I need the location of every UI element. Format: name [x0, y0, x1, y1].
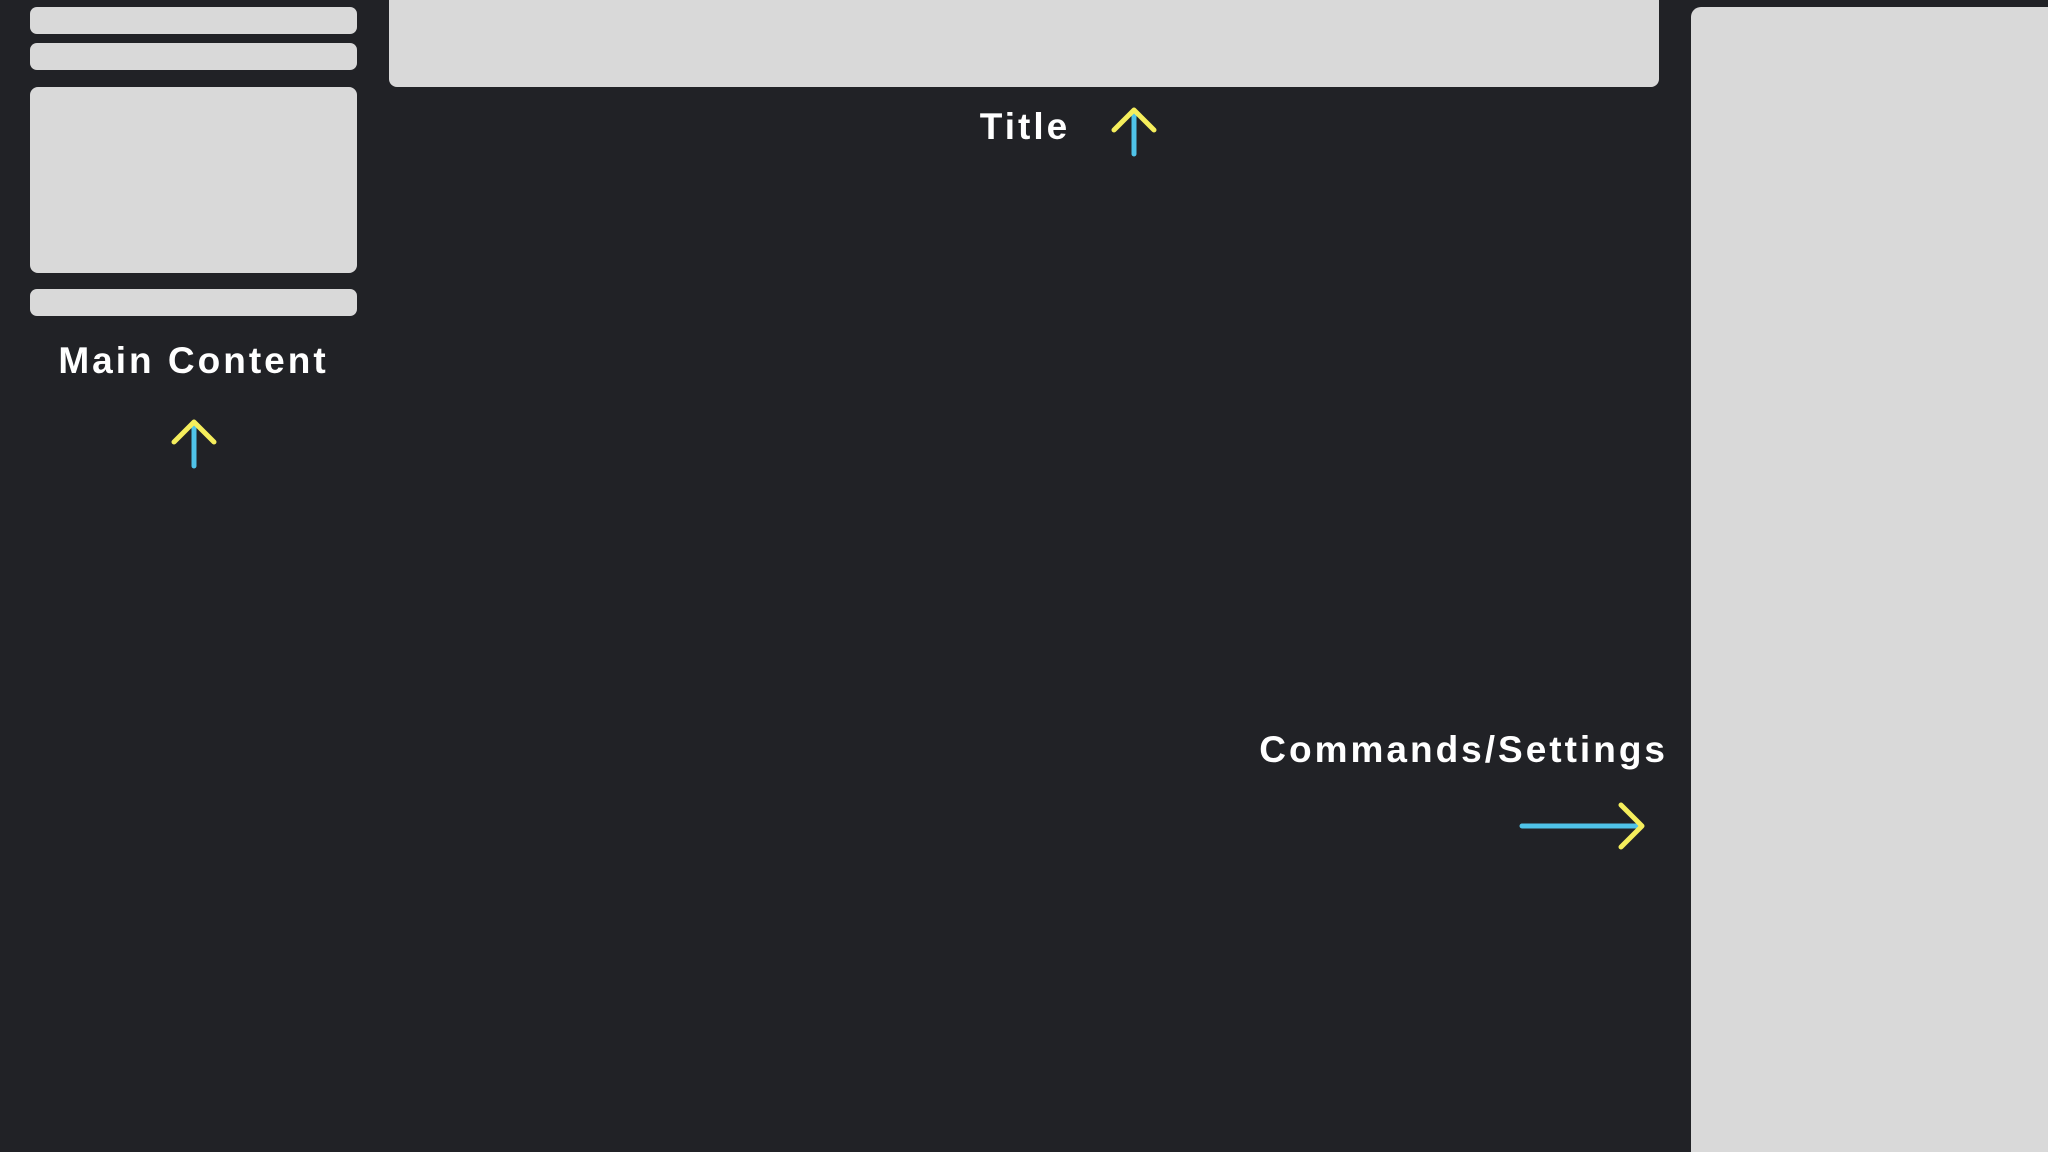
commands-settings-panel — [1691, 7, 2048, 1152]
left-placeholder-bar-2 — [30, 43, 357, 70]
main-content-label: Main Content — [58, 340, 329, 381]
title-label: Title — [979, 106, 1071, 147]
layout-diagram: Main Content Title Commands/Settings — [0, 0, 2048, 1152]
title-placeholder-bar — [389, 0, 1659, 87]
arrow-up-icon — [171, 419, 217, 469]
arrow-up-icon — [1111, 107, 1157, 157]
main-content-placeholder-card — [30, 87, 357, 273]
left-placeholder-bar-3 — [30, 289, 357, 316]
arrow-right-icon — [1519, 802, 1645, 850]
left-placeholder-bar-1 — [30, 7, 357, 34]
commands-settings-label: Commands/Settings — [1259, 729, 1668, 770]
